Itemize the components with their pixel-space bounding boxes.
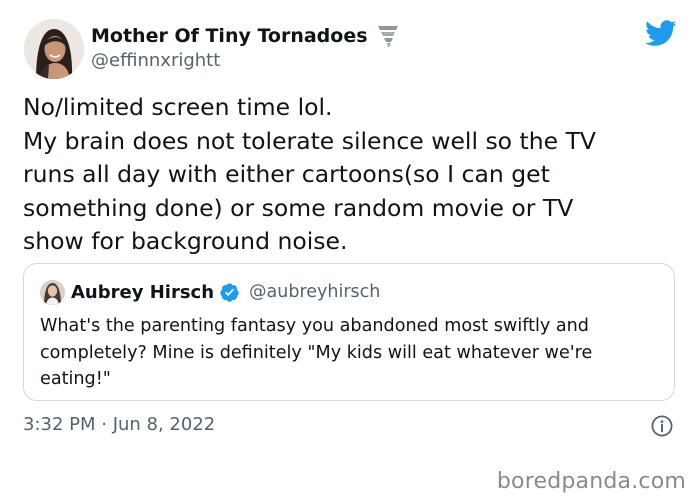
tweet-text-line: runs all day with either cartoons(so I c… bbox=[23, 160, 550, 189]
tweet-card: Mother Of Tiny Tornadoes @effinnxrightt … bbox=[0, 0, 700, 468]
quote-body: What's the parenting fantasy you abandon… bbox=[40, 313, 660, 393]
author-avatar[interactable] bbox=[24, 19, 84, 79]
author-handle[interactable]: @effinnxrightt bbox=[91, 50, 220, 71]
author-name-row: Mother Of Tiny Tornadoes bbox=[91, 22, 399, 50]
quote-author-name[interactable]: Aubrey Hirsch bbox=[71, 282, 214, 303]
quote-author-avatar bbox=[40, 280, 65, 305]
tweet-timestamp[interactable]: 3:32 PM · Jun 8, 2022 bbox=[23, 414, 215, 435]
quote-author-row: Aubrey Hirsch @aubreyhirsch bbox=[71, 279, 380, 305]
quote-author-handle[interactable]: @aubreyhirsch bbox=[249, 282, 380, 302]
author-display-name[interactable]: Mother Of Tiny Tornadoes bbox=[91, 25, 368, 47]
quote-text-line: What's the parenting fantasy you abandon… bbox=[40, 316, 589, 336]
verified-badge-icon bbox=[219, 282, 240, 303]
quote-text-line: eating!" bbox=[40, 369, 111, 389]
info-icon[interactable] bbox=[650, 414, 674, 438]
watermark: boredpanda.com bbox=[496, 469, 686, 494]
tweet-text-line: show for background noise. bbox=[23, 227, 348, 256]
tweet-text-line: something done) or some random movie or … bbox=[23, 193, 574, 222]
twitter-bird-icon[interactable] bbox=[645, 20, 677, 47]
tweet-text-line: No/limited screen time lol. bbox=[23, 93, 333, 121]
quoted-tweet-card[interactable]: Aubrey Hirsch @aubreyhirsch What's the p… bbox=[23, 263, 675, 401]
tweet-body: No/limited screen time lol. My brain doe… bbox=[23, 91, 673, 259]
quote-text-line: completely? Mine is definitely "My kids … bbox=[40, 342, 593, 363]
tweet-text-line: My brain does not tolerate silence well … bbox=[23, 126, 596, 155]
tornado-icon bbox=[377, 24, 399, 48]
